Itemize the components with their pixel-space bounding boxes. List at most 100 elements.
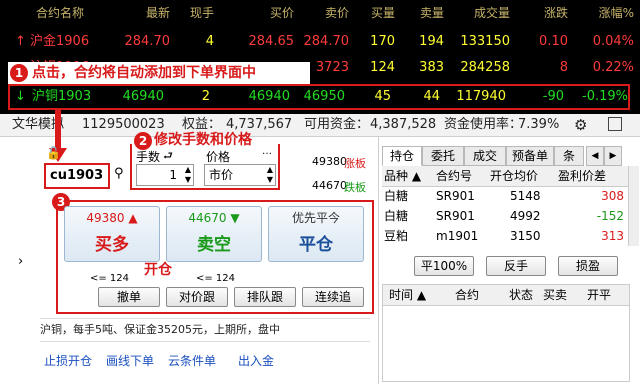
sell-short-label: 卖空: [197, 235, 231, 255]
buy-long-button[interactable]: 49380 ▲ 买多: [64, 206, 160, 262]
available-label: 可用资金：: [304, 117, 370, 132]
last-price: 284.70: [124, 34, 171, 49]
quote-board: 合约名称 最新 现手 买价 卖价 买量 卖量 成交量 涨跌 涨幅% ↑ 沪金19…: [0, 0, 640, 114]
change-percent: -0.19%: [582, 89, 628, 104]
down-arrow-icon: ↓: [15, 89, 26, 104]
quote-row-copper-selected[interactable]: ↓ 沪铜1903 46940 2 46940 46950 45 44 11794…: [8, 84, 630, 110]
sell-short-button[interactable]: 44670 ▼ 卖空: [166, 206, 262, 262]
step-1-label: 点击，合约将自动添加到下单界面中: [32, 65, 256, 81]
col-header[interactable]: 盈利价差: [558, 166, 606, 186]
orders-list: 时间 ▲ 合约 状态 买卖 开平: [382, 284, 630, 382]
tab-scroll-right-icon[interactable]: ▶: [604, 146, 622, 166]
col-header: 最新: [145, 6, 170, 20]
profit-spread: 313: [601, 229, 624, 243]
tab-conditional[interactable]: 条: [554, 146, 584, 166]
profit-spread: -152: [596, 209, 624, 223]
table-row[interactable]: 白糖 SR901 5148 308: [382, 186, 628, 206]
window-restore-icon[interactable]: [608, 117, 622, 131]
tab-scroll-left-icon[interactable]: ◀: [586, 146, 604, 166]
col-header: 买价: [269, 6, 294, 20]
open-avg-price: 4992: [510, 209, 541, 223]
gear-icon[interactable]: ⚙: [574, 116, 587, 134]
account-bar: 文华模拟 1129500023 权益： 4,737,567 可用资金： 4,38…: [0, 114, 640, 137]
col-header: 合约名称: [36, 6, 85, 20]
queue-price-button[interactable]: 排队跟: [234, 287, 296, 307]
col-header[interactable]: 开平: [587, 285, 611, 305]
table-row[interactable]: 豆粕 m1901 3150 313: [382, 226, 628, 246]
change-percent: 0.22%: [592, 60, 634, 75]
price-field[interactable]: 市价 ▲ ▼: [204, 164, 276, 186]
link-cloud-conditional-order[interactable]: 云条件单: [168, 352, 216, 369]
contract-input[interactable]: cu1903: [44, 163, 110, 189]
current-volume: 4: [205, 34, 214, 49]
buy-long-label: 买多: [95, 235, 129, 255]
link-deposit-withdraw[interactable]: 出入金: [238, 352, 274, 369]
buy-price: 49380: [86, 211, 125, 225]
col-header[interactable]: 品种 ▲: [384, 166, 421, 186]
col-header[interactable]: 合约: [455, 285, 479, 305]
change: 8: [559, 60, 568, 75]
step-3-label: 开仓: [144, 262, 172, 278]
bid-price: 284.65: [248, 34, 295, 49]
current-volume: 2: [201, 89, 210, 104]
col-header: 涨跌: [543, 6, 568, 20]
search-icon[interactable]: ⚲: [114, 166, 124, 181]
step-1-badge: 1: [10, 64, 28, 82]
bid-qty: 124: [370, 60, 395, 75]
profit-spread: 308: [601, 189, 624, 203]
positions-table-header: 品种 ▲ 合约号 开仓均价 盈利价差: [382, 166, 628, 187]
lock-icon[interactable]: 🔓: [46, 146, 61, 160]
stepper-arrows-icon[interactable]: ▲ ▼: [267, 165, 273, 185]
contract-code: SR901: [436, 209, 475, 223]
col-header[interactable]: 买卖: [543, 285, 567, 305]
total-volume: 117940: [456, 89, 506, 104]
close-100-button[interactable]: 平100%: [414, 256, 474, 276]
close-position-button[interactable]: 优先平今 平仓: [268, 206, 364, 262]
total-volume: 133150: [460, 34, 510, 49]
change: 0.10: [539, 34, 568, 49]
chevron-right-icon[interactable]: ›: [18, 254, 23, 269]
tab-orders[interactable]: 委托: [422, 146, 464, 166]
reverse-button[interactable]: 反手: [486, 256, 546, 276]
usage-value: 7.39%: [518, 117, 560, 132]
link-stop-loss-open[interactable]: 止损开仓: [44, 352, 92, 369]
continuous-chase-button[interactable]: 连续追: [302, 287, 364, 307]
link-draw-line-order[interactable]: 画线下单: [106, 352, 154, 369]
quote-row-gold[interactable]: ↑ 沪金1906 284.70 4 284.65 284.70 170 194 …: [0, 30, 640, 54]
qty-stepper[interactable]: 1 ▲ ▼: [136, 164, 194, 186]
limit-down-label: 跌板: [344, 181, 366, 194]
col-header[interactable]: 合约号: [436, 166, 472, 186]
ask-qty: 44: [423, 89, 440, 104]
ellipsis-icon[interactable]: …: [262, 146, 272, 157]
close-position-label: 平仓: [299, 235, 333, 255]
ask-price: 3723: [315, 60, 349, 75]
sell-available: <= 124: [196, 273, 236, 284]
positions-scrollbar[interactable]: [628, 166, 639, 246]
contract-code: cu1903: [50, 168, 104, 183]
limit-up-price: 49380: [312, 155, 347, 168]
usage-label: 资金使用率：: [444, 117, 523, 132]
change: -90: [542, 89, 564, 104]
account-id: 1129500023: [82, 117, 165, 132]
open-avg-price: 3150: [510, 229, 541, 243]
tab-trades[interactable]: 成交: [464, 146, 506, 166]
product-name: 豆粕: [384, 229, 409, 243]
last-price: 46940: [122, 89, 164, 104]
tab-positions[interactable]: 持仓: [382, 146, 422, 166]
cancel-order-button[interactable]: 撤单: [98, 287, 160, 307]
contract-info: 沪铜，每手5吨、保证金35205元，上期所，盘中: [40, 318, 370, 342]
contract-code: SR901: [436, 189, 475, 203]
tab-prepared-orders[interactable]: 预备单: [506, 146, 554, 166]
quote-header-row: 合约名称 最新 现手 买价 卖价 买量 卖量 成交量 涨跌 涨幅%: [0, 0, 640, 24]
product-name: 白糖: [384, 189, 409, 203]
counter-price-button[interactable]: 对价跟: [166, 287, 228, 307]
ask-qty: 383: [419, 60, 444, 75]
bid-qty: 170: [370, 34, 395, 49]
stepper-arrows-icon[interactable]: ▲ ▼: [185, 165, 191, 185]
bid-qty: 45: [374, 89, 391, 104]
table-row[interactable]: 白糖 SR901 4992 -152: [382, 206, 628, 226]
col-header[interactable]: 时间 ▲: [389, 285, 426, 305]
col-header[interactable]: 开仓均价: [490, 166, 538, 186]
stop-profit-loss-button[interactable]: 损盈: [558, 256, 618, 276]
col-header[interactable]: 状态: [509, 285, 533, 305]
